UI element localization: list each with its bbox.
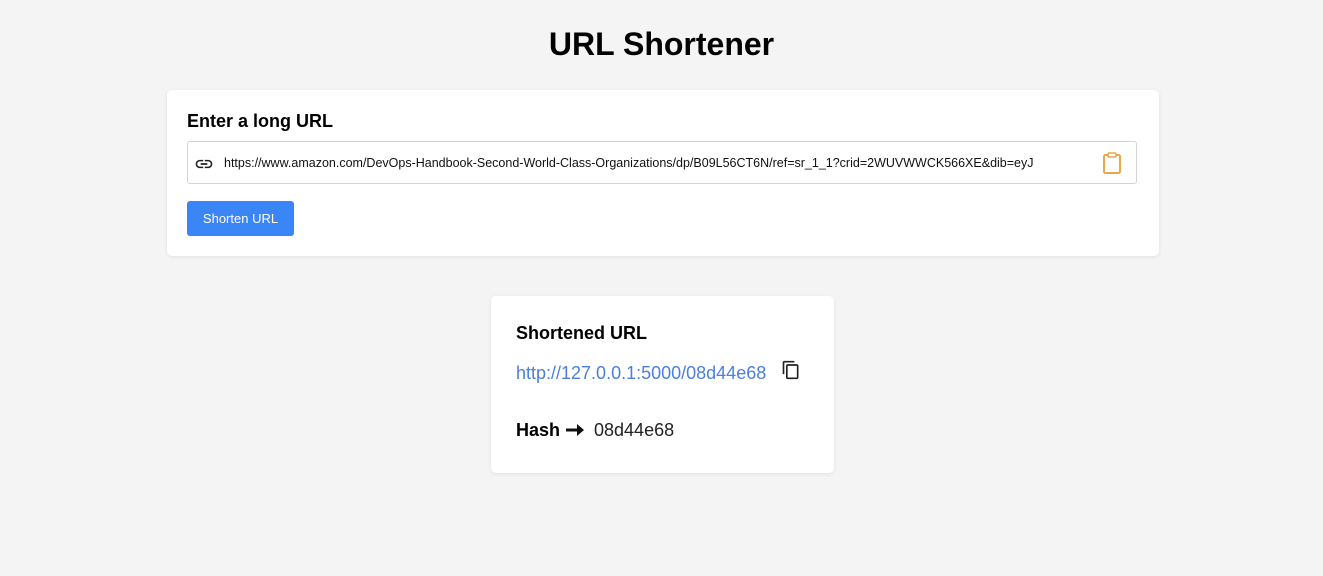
- input-card-heading: Enter a long URL: [187, 111, 334, 131]
- url-input-card: Enter a long URL Shorten URL: [167, 90, 1159, 256]
- hash-value: 08d44e68: [594, 419, 675, 440]
- page-title: URL Shortener: [548, 26, 775, 62]
- clipboard-icon[interactable]: [1102, 152, 1122, 174]
- arrow-right-icon: [566, 424, 585, 436]
- url-field[interactable]: [187, 141, 1137, 184]
- hash-label: Hash: [516, 419, 561, 440]
- shortened-url-link[interactable]: http://127.0.0.1:5000/08d44e68: [516, 361, 766, 385]
- hash-row: Hash 08d44e68: [516, 418, 674, 442]
- page: URL Shortener Enter a long URL Shorten U…: [0, 0, 1323, 576]
- result-card-heading: Shortened URL: [516, 323, 648, 343]
- copy-icon[interactable]: [781, 360, 801, 380]
- link-icon: [195, 159, 213, 169]
- result-card: Shortened URL http://127.0.0.1:5000/08d4…: [491, 296, 834, 473]
- url-input[interactable]: [224, 150, 1086, 176]
- shorten-url-button[interactable]: Shorten URL: [187, 201, 294, 236]
